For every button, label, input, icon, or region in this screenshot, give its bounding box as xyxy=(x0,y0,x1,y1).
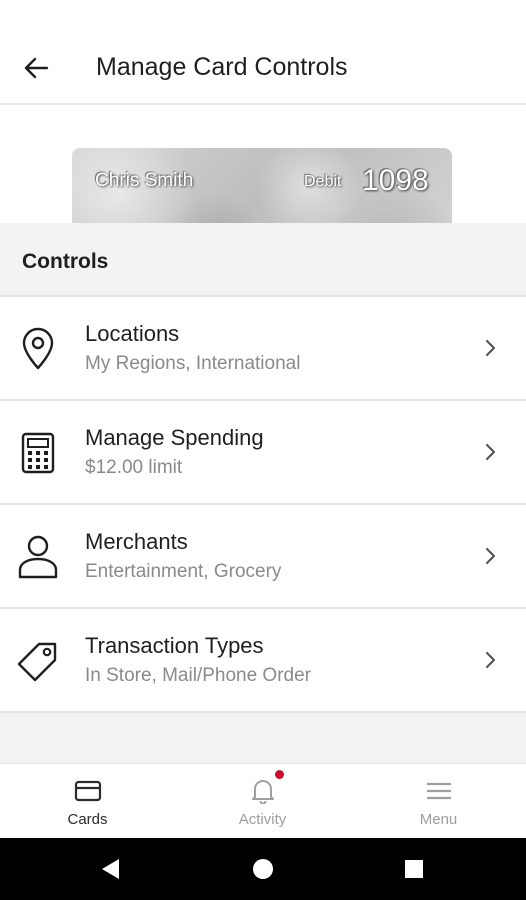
section-title: Controls xyxy=(22,250,109,273)
notification-dot xyxy=(275,770,284,779)
control-title: Manage Spending xyxy=(85,425,264,450)
control-row-locations[interactable]: Locations My Regions, International xyxy=(0,297,526,401)
control-subtitle: $12.00 limit xyxy=(85,457,183,478)
control-subtitle: My Regions, International xyxy=(85,353,301,374)
card-preview-area: Chris Smith Debit 1098 xyxy=(0,105,526,223)
tag-icon xyxy=(12,635,64,687)
app-header: Manage Card Controls xyxy=(0,0,526,105)
chevron-right-icon xyxy=(478,439,502,465)
page-title: Manage Card Controls xyxy=(96,53,348,81)
control-row-manage-spending[interactable]: Manage Spending $12.00 limit xyxy=(0,401,526,505)
nav-label: Menu xyxy=(419,811,458,828)
home-circle-icon[interactable] xyxy=(247,853,279,885)
system-navigation-bar xyxy=(0,838,526,900)
card-icon xyxy=(73,778,103,804)
chevron-right-icon xyxy=(478,543,502,569)
bottom-navigation: Cards Activity Menu xyxy=(0,763,526,838)
back-triangle-icon[interactable] xyxy=(94,853,126,885)
chevron-right-icon xyxy=(478,647,502,673)
back-button[interactable] xyxy=(14,46,58,90)
arrow-left-icon xyxy=(24,57,49,79)
calculator-icon xyxy=(12,427,64,479)
person-icon xyxy=(12,531,64,583)
nav-label: Activity xyxy=(238,811,287,828)
control-subtitle: Entertainment, Grocery xyxy=(85,561,282,582)
control-row-merchants[interactable]: Merchants Entertainment, Grocery xyxy=(0,505,526,609)
control-subtitle: In Store, Mail/Phone Order xyxy=(85,665,311,686)
recents-square-icon[interactable] xyxy=(398,853,430,885)
nav-item-menu[interactable]: Menu xyxy=(351,764,526,839)
control-title: Merchants xyxy=(85,529,188,554)
nav-label: Cards xyxy=(67,811,108,828)
nav-item-cards[interactable]: Cards xyxy=(0,764,175,839)
debit-card-image: Chris Smith Debit 1098 xyxy=(72,148,452,223)
controls-section-header: Controls xyxy=(0,223,526,297)
card-holder-name: Chris Smith xyxy=(95,170,194,191)
card-type-label: Debit xyxy=(304,173,342,190)
control-title: Locations xyxy=(85,321,180,346)
nav-item-activity[interactable]: Activity xyxy=(175,764,350,839)
control-title: Transaction Types xyxy=(85,633,264,658)
bell-icon xyxy=(248,778,278,804)
location-pin-icon xyxy=(12,323,64,375)
card-last-four: 1098 xyxy=(362,164,429,197)
hamburger-icon xyxy=(424,778,454,804)
control-row-transaction-types[interactable]: Transaction Types In Store, Mail/Phone O… xyxy=(0,609,526,713)
chevron-right-icon xyxy=(478,335,502,361)
content-bottom-spacer xyxy=(0,713,526,763)
